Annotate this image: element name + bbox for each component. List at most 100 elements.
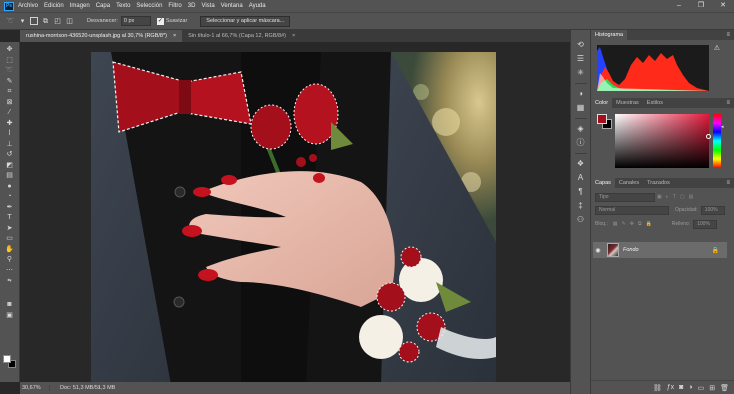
libraries-panel-icon[interactable]: ▦ (575, 101, 587, 115)
status-menu-arrow-icon[interactable]: › (98, 385, 100, 391)
filter-adjust-icon[interactable]: ◐ (666, 194, 669, 200)
blend-mode-select[interactable]: Normal (595, 205, 669, 215)
close-window-button[interactable]: ✕ (712, 0, 734, 12)
add-selection-icon[interactable]: ⧉ (41, 17, 50, 26)
smooth-checkbox[interactable]: ✓ (156, 17, 164, 25)
tab-color[interactable]: Color (591, 98, 613, 108)
panel-menu-icon[interactable]: ≡ (726, 98, 730, 108)
tab-canales[interactable]: Canales (615, 178, 643, 188)
stamp-icon[interactable]: ⊥ (3, 140, 17, 151)
menu-3d[interactable]: 3D (188, 3, 196, 9)
menu-filtro[interactable]: Filtro (168, 3, 181, 9)
close-tab-icon[interactable]: × (173, 30, 176, 42)
layer-lock-icon[interactable]: 🔒 (712, 247, 719, 254)
screen-mode-icon[interactable]: ▣ (3, 311, 17, 322)
adjustments-panel-icon[interactable]: ◑ (575, 87, 587, 101)
crop-icon[interactable]: ⌗ (3, 87, 17, 98)
lock-pixels-icon[interactable]: ✎ (622, 221, 626, 227)
properties-panel-icon[interactable]: ☰ (575, 52, 587, 66)
menu-edicion[interactable]: Edición (44, 3, 64, 9)
history-brush-icon[interactable]: ↺ (3, 150, 17, 161)
eyedropper-icon[interactable]: ⁄ (3, 108, 17, 119)
tab-capas[interactable]: Capas (591, 178, 615, 188)
lock-position-icon[interactable]: ✥ (630, 221, 634, 227)
lock-artboard-icon[interactable]: ⧉ (638, 221, 642, 227)
glyphs-icon[interactable]: ‡ (575, 199, 587, 213)
healing-icon[interactable]: ✚ (3, 119, 17, 130)
more-icon[interactable]: ⋯ (3, 266, 17, 277)
lock-transparency-icon[interactable]: ▦ (613, 221, 618, 227)
brush-settings-icon[interactable]: ❖ (575, 157, 587, 171)
quick-select-icon[interactable]: ✎ (3, 77, 17, 88)
layer-row-fondo[interactable]: ◉ Fondo 🔒 (593, 242, 727, 258)
document-image[interactable] (91, 52, 496, 385)
character-panel-icon[interactable]: A (575, 171, 587, 185)
tab-sin-titulo[interactable]: Sin título-1 al 66,7% (Capa 12, RGB/8#) … (182, 30, 301, 42)
tab-trazados[interactable]: Trazados (643, 178, 674, 188)
panel-menu-icon[interactable]: ≡ (726, 178, 730, 188)
opacity-input[interactable]: 100% (700, 205, 725, 215)
frame-icon[interactable]: ⊠ (3, 98, 17, 109)
tab-rushina-morrison[interactable]: rushina-morrison-436520-unsplash.jpg al … (20, 30, 183, 42)
feather-input[interactable]: 0 px (120, 16, 151, 26)
lock-all-icon[interactable]: 🔒 (646, 221, 652, 227)
menu-ayuda[interactable]: Ayuda (249, 3, 266, 9)
pen-icon[interactable]: ✒ (3, 203, 17, 214)
zoom-icon[interactable]: ⚲ (3, 255, 17, 266)
panel-menu-icon[interactable]: ≡ (726, 30, 730, 40)
menu-seleccion[interactable]: Selección (136, 3, 162, 9)
tab-muestras[interactable]: Muestras (612, 98, 643, 108)
blur-icon[interactable]: ● (3, 182, 17, 193)
chevron-down-icon[interactable]: ▾ (18, 17, 27, 26)
hand-icon[interactable]: ✋ (3, 245, 17, 256)
photoshop-logo[interactable]: Ps (4, 1, 14, 11)
swap-colors-icon[interactable]: ⇆ (3, 276, 17, 284)
visibility-eye-icon[interactable]: ◉ (593, 247, 603, 254)
glyph-panel-icon[interactable]: ✳ (575, 66, 587, 80)
info-panel-icon[interactable]: ⓘ (575, 136, 587, 150)
zoom-level[interactable]: 30,67% (20, 385, 50, 391)
color-picker-field[interactable] (615, 114, 709, 168)
eraser-icon[interactable]: ◩ (3, 161, 17, 172)
intersect-selection-icon[interactable]: ◫ (65, 17, 74, 26)
hue-slider[interactable] (713, 114, 721, 168)
minimize-button[interactable]: – (668, 0, 690, 12)
paths-panel-icon[interactable]: ◈ (575, 122, 587, 136)
maximize-button[interactable]: ❐ (690, 0, 712, 12)
delete-layer-icon[interactable]: 🗑 (720, 384, 729, 392)
menu-ventana[interactable]: Ventana (221, 3, 243, 9)
tab-estilos[interactable]: Estilos (643, 98, 667, 108)
gradient-icon[interactable]: ▤ (3, 171, 17, 182)
quick-mask-icon[interactable]: ◙ (3, 300, 17, 311)
timeline-panel-icon[interactable]: ⚇ (575, 213, 587, 227)
layer-filter-select[interactable]: Tipo (595, 192, 655, 202)
brush-icon[interactable]: ǀ (3, 129, 17, 140)
rectangle-icon[interactable]: ▭ (3, 234, 17, 245)
lasso-icon[interactable]: ➰ (3, 66, 17, 77)
select-and-mask-button[interactable]: Seleccionar y aplicar máscara... (200, 15, 291, 27)
filter-type-icon[interactable]: T (673, 194, 676, 200)
cache-warning-icon[interactable]: ⚠ (714, 44, 720, 52)
layer-name[interactable]: Fondo (623, 247, 712, 253)
add-mask-icon[interactable]: ◙ (679, 384, 683, 391)
close-tab-icon[interactable]: × (292, 30, 295, 42)
paragraph-panel-icon[interactable]: ¶ (575, 185, 587, 199)
filter-shape-icon[interactable]: ▢ (680, 194, 685, 200)
menu-imagen[interactable]: Imagen (70, 3, 90, 9)
fill-input[interactable]: 100% (693, 219, 718, 229)
move-icon[interactable]: ✥ (3, 45, 17, 56)
history-panel-icon[interactable]: ⟲ (575, 38, 587, 52)
menu-vista[interactable]: Vista (201, 3, 214, 9)
color-foreground-swatch[interactable] (597, 114, 607, 124)
dodge-icon[interactable]: ◔ (3, 192, 17, 203)
layer-thumbnail[interactable] (607, 243, 619, 257)
subtract-selection-icon[interactable]: ◰ (53, 17, 62, 26)
filter-pixel-icon[interactable]: ▣ (657, 194, 662, 200)
path-select-icon[interactable]: ➤ (3, 224, 17, 235)
link-layers-icon[interactable]: ⛓ (653, 384, 662, 392)
adjustment-layer-icon[interactable]: ◑ (688, 384, 692, 391)
color-picker-cursor[interactable] (706, 134, 711, 139)
lasso-preset-icon[interactable]: ➰ (6, 17, 15, 26)
type-icon[interactable]: T (3, 213, 17, 224)
canvas-area[interactable] (20, 42, 570, 385)
